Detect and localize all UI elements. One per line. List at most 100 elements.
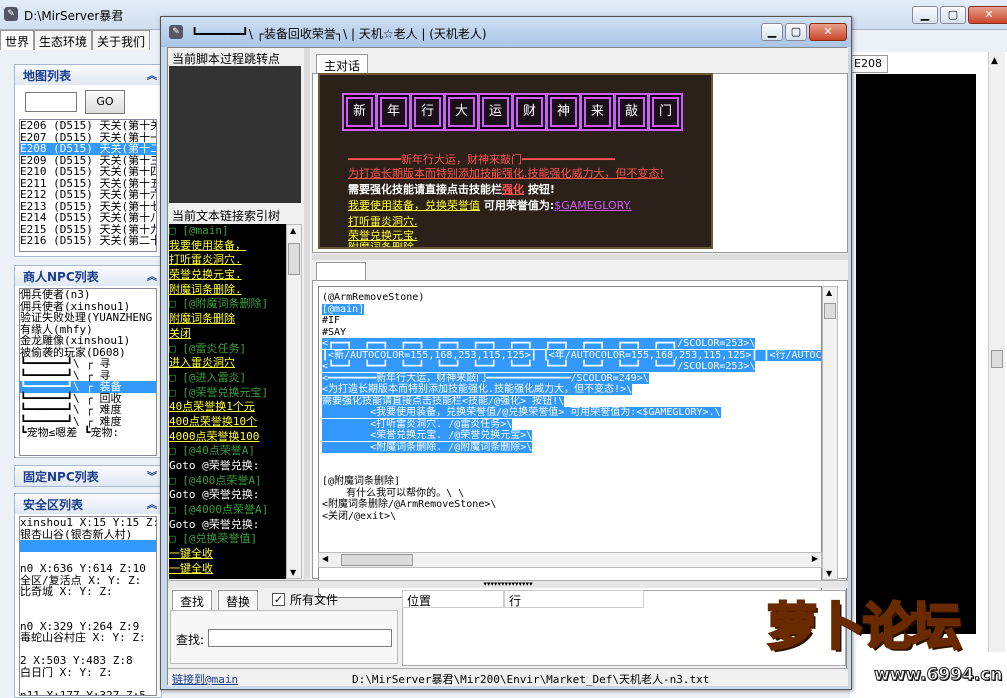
link-status[interactable]: 链接到@main <box>172 671 238 687</box>
tab-about[interactable]: 关于我们 <box>92 30 151 50</box>
collapse-icon[interactable]: ︽ <box>147 67 157 82</box>
maximize-icon[interactable]: ▢ <box>785 23 807 41</box>
code-line[interactable] <box>322 465 821 477</box>
collapse-icon[interactable]: ︽ <box>147 268 157 283</box>
npc-list[interactable]: 佣兵使者(n3) 佣兵使者(xinshou1) 验证失败处理(YUANZHENG 有缘… <box>19 288 157 456</box>
tree-node[interactable]: □ [@4000点荣誉A] <box>169 503 286 518</box>
scroll-thumb[interactable] <box>824 303 836 319</box>
npc-list-item[interactable]: ┗━━━━━━┛\ ┌ 难度 <box>20 404 156 416</box>
safe-zone-item[interactable]: 2 X:503 Y:483 Z:8 <box>20 655 156 667</box>
safe-zone-item[interactable]: 白日门 X: Y: Z: <box>20 666 156 679</box>
code-hscrollbar[interactable]: ◀ ▶ <box>318 552 822 568</box>
close-icon[interactable]: ✕ <box>809 23 847 41</box>
code-line[interactable]: <为打造长期版本而特别添加技能强化.技能强化威力大，但不变态!>\ <box>322 384 821 396</box>
tree-node[interactable]: □ [@40点荣誉A] <box>169 444 286 459</box>
scroll-left-icon[interactable]: ◀ <box>322 554 328 563</box>
scroll-up-icon[interactable]: ▲ <box>991 56 998 66</box>
code-line[interactable]: <荣誉兑换元宝. /@荣誉兑换元宝>\ <box>322 430 821 442</box>
tree-node[interactable]: □ [@荣誉兑换元宝] <box>169 386 286 401</box>
link-index-tree[interactable]: □ [@main] 我要使用装备， 打听雷炎洞穴. 荣誉兑换元宝. 附魔词条删除… <box>169 224 286 579</box>
safe-zone-list[interactable]: xinshou1 X:15 Y:15 Z: 银杏山谷(银杏新人村) n0 X:63… <box>19 516 157 696</box>
bottom-splitter[interactable]: ▾▾▾▾▾▾▾▾▾▾▾▾▾▾ <box>168 580 848 588</box>
map-list-header[interactable]: 地图列表 ︽ <box>15 65 161 85</box>
map-list-item[interactable]: E214 (D515) 天关(第十八 <box>20 212 156 224</box>
safe-zone-item[interactable] <box>20 678 156 690</box>
safe-zone-item[interactable]: 比奇城 X: Y: Z: <box>20 586 156 598</box>
npc-list-item[interactable]: ┗宠物≤嗯差 ┗宠物: <box>20 427 156 439</box>
tab-find[interactable]: 查找 <box>172 590 213 610</box>
scroll-down-icon[interactable]: ▼ <box>826 569 832 578</box>
map-list-item[interactable]: E208 (D515) 天关(第十二 <box>20 143 156 155</box>
col-line[interactable]: 行 <box>504 590 644 608</box>
tree-node[interactable]: 附魔词条删除. <box>169 283 286 298</box>
scroll-up-icon[interactable]: ▲ <box>826 288 832 297</box>
splitter[interactable] <box>312 254 848 260</box>
tree-node[interactable]: □ [@main] <box>169 224 286 239</box>
code-line[interactable]: #SAY <box>322 327 821 339</box>
code-line[interactable]: [@main] <box>322 303 821 316</box>
remove-enchant-link[interactable]: 附魔词条删除. <box>348 239 418 247</box>
code-line[interactable]: <━━━━━━━━新年行大运，财神来敲门━━━━━━━━━━━━━━/SCOLO… <box>322 372 821 385</box>
code-line[interactable]: <附魔词条删除. /@附魔词条删除>\ <box>322 441 821 454</box>
safe-zone-item[interactable]: n0 X:636 Y:614 Z:10 <box>20 563 156 575</box>
tree-node[interactable]: 打听雷炎洞穴. <box>169 253 286 268</box>
tab-main-dialog[interactable]: 主对话 <box>316 54 369 74</box>
minimize-icon[interactable]: ▁ <box>912 6 938 24</box>
tree-node[interactable]: Goto @荣誉兑换: <box>169 459 286 474</box>
collapse-icon[interactable]: ︽ <box>147 496 157 511</box>
tree-node[interactable]: 一键全收 <box>169 562 286 577</box>
tree-node[interactable]: 我要使用装备， <box>169 239 286 254</box>
safe-zone-item[interactable]: 毒蛇山谷村庄 X: Y: Z: <box>20 632 156 644</box>
map-search-input[interactable] <box>25 92 77 112</box>
scroll-thumb[interactable] <box>288 243 300 275</box>
tab-e208[interactable]: E208 <box>850 55 888 73</box>
tree-node[interactable]: □ [@进入雷炎] <box>169 371 286 386</box>
code-line[interactable]: <关闭/@exit>\ <box>322 511 821 523</box>
collapse-icon[interactable]: ︾ <box>147 468 157 483</box>
tree-node[interactable]: Goto @荣誉兑换: <box>169 518 286 533</box>
tab-script[interactable] <box>316 262 366 280</box>
tree-node[interactable]: 4000点荣誉换100 <box>169 430 286 445</box>
map-list-item[interactable]: E216 (D515) 天关(第二十 <box>20 235 156 247</box>
minimize-icon[interactable]: ▁ <box>761 23 783 41</box>
tab-ecology[interactable]: 生态环境 <box>34 30 93 50</box>
tree-node[interactable]: □ [@雷炎任务] <box>169 342 286 357</box>
code-line[interactable] <box>322 453 821 465</box>
code-line[interactable]: <┏━━┓ ┏━━┓ ┏━━┓ ┏━━┓ ┏━━┓ ┏━━┓ ┏━━┓ ┏━━┓… <box>322 338 821 350</box>
strengthen-link[interactable]: 强化 <box>502 183 524 196</box>
scroll-right-icon[interactable]: ▶ <box>812 554 818 563</box>
code-line[interactable]: <┗━━┛ ┗━━┛ ┗━━┛ ┗━━┛ ┗━━┛ ┗━━┛ ┗━━┛ ┗━━┛… <box>322 361 821 373</box>
tree-node[interactable]: □ [@兑换荣誉值] <box>169 532 286 547</box>
col-position[interactable]: 位置 <box>402 590 504 608</box>
map-list[interactable]: E206 (D515) 天关(第十关 E207 (D515) 天关(第十一 E208… <box>19 119 157 252</box>
code-line[interactable]: 需要强化技能请直接点击技能栏<技能/@强化> 按钮!\ <box>322 395 821 408</box>
fixed-npc-header[interactable]: 固定NPC列表 ︾ <box>15 466 161 486</box>
safe-zone-item[interactable] <box>20 609 156 621</box>
safe-zone-header[interactable]: 安全区列表 ︽ <box>15 494 161 514</box>
exchange-honor-link[interactable]: 我要使用装备，兑换荣誉值 <box>348 199 480 212</box>
scroll-thumb[interactable] <box>341 554 413 566</box>
scroll-down-icon[interactable]: ▼ <box>290 568 296 577</box>
code-line[interactable]: <打听雷炎洞穴. /@雷炎任务>\ <box>322 418 821 431</box>
tree-node[interactable]: 一键全收 <box>169 547 286 562</box>
tree-node[interactable]: 附魔词条删除 <box>169 312 286 327</box>
jump-points-list[interactable] <box>169 66 301 203</box>
npc-list-header[interactable]: 商人NPC列表 ︽ <box>15 266 161 286</box>
go-button[interactable]: GO <box>85 90 125 114</box>
map-view[interactable] <box>856 74 976 634</box>
tree-node[interactable]: □ [@400点荣誉A] <box>169 474 286 489</box>
tab-replace[interactable]: 替换 <box>218 590 259 610</box>
tree-node[interactable]: 400点荣誉换10个 <box>169 415 286 430</box>
map-list-item[interactable]: E212 (D515) 天关(第十六 <box>20 189 156 201</box>
all-files-checkbox[interactable]: ✓ <box>272 593 285 606</box>
code-line[interactable]: #IF <box>322 315 821 327</box>
right-scrollbar[interactable]: ▲ <box>988 52 1005 652</box>
map-list-item[interactable]: E206 (D515) 天关(第十关 <box>20 120 156 132</box>
safe-zone-item[interactable]: n11 X:177 Y:327 Z:5 <box>20 689 156 695</box>
code-line[interactable]: ┃<新/AUTOCOLOR=155,168,253,115,125>┃ ┃<年/… <box>322 349 821 362</box>
code-line[interactable]: (@ArmRemoveStone) <box>322 292 821 304</box>
tree-node[interactable]: □ [@附魔词条删除] <box>169 297 286 312</box>
safe-zone-item[interactable]: 银杏山谷(银杏新人村) <box>20 528 156 541</box>
tree-node[interactable]: Goto @荣誉兑换: <box>169 488 286 503</box>
npc-list-item[interactable]: 金龙雕像(xinshou1) <box>20 335 156 347</box>
